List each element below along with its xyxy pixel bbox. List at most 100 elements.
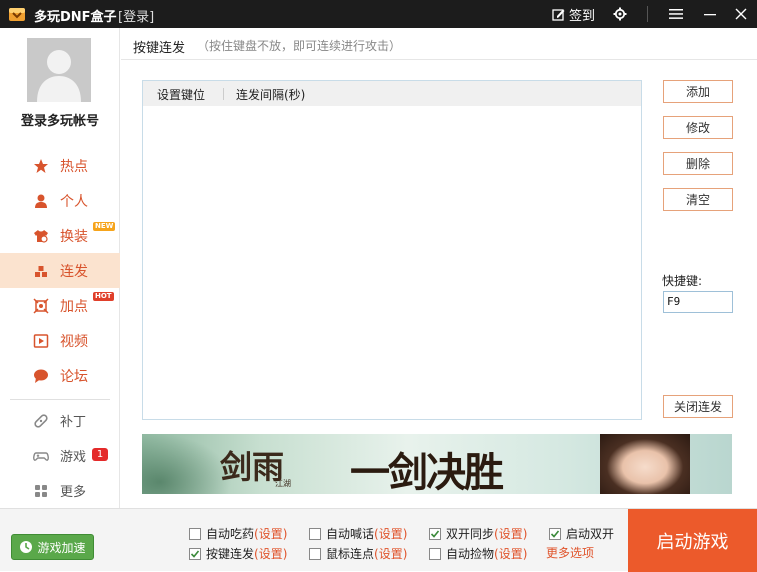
close-icon	[735, 8, 747, 20]
bars-icon	[33, 263, 49, 279]
edit-button[interactable]: 修改	[663, 116, 733, 139]
sidebar-item-outfit[interactable]: 换装 NEW	[0, 218, 120, 253]
menu-button[interactable]	[666, 4, 686, 24]
option-label: 鼠标连点	[326, 547, 375, 561]
person-icon	[33, 193, 49, 209]
option-label: 自动捡物	[446, 547, 495, 561]
user-placeholder-icon	[27, 38, 91, 102]
hamburger-icon	[669, 9, 683, 19]
sidebar-item-label: 加点	[60, 298, 88, 315]
sidebar-item-patch[interactable]: 补丁	[0, 403, 120, 438]
clear-button[interactable]: 清空	[663, 188, 733, 211]
login-account-link[interactable]: 登录多玩帐号	[0, 110, 120, 129]
sidebar-divider	[10, 399, 110, 400]
close-button[interactable]	[731, 4, 751, 24]
checkbox[interactable]	[189, 527, 201, 540]
check-icon	[430, 529, 440, 538]
option-dual-sync[interactable]: 双开同步 (设置)	[429, 525, 527, 542]
option-launch-dual[interactable]: 启动双开	[549, 525, 614, 542]
page-header: 按键连发 （按住键盘不放，即可连续进行攻击）	[121, 28, 757, 60]
login-link[interactable]: [登录]	[118, 6, 154, 25]
sidebar-item-skillpoints[interactable]: 加点 HOT	[0, 288, 120, 323]
sidebar-item-label: 更多	[60, 485, 87, 500]
add-button[interactable]: 添加	[663, 80, 733, 103]
close-autofire-button[interactable]: 关闭连发	[663, 395, 733, 418]
option-label: 按键连发	[206, 547, 255, 561]
option-auto-shout[interactable]: 自动喊话 (设置)	[309, 525, 407, 542]
option-auto-pickup[interactable]: 自动捡物 (设置)	[429, 545, 527, 562]
gamepad-icon	[33, 448, 49, 464]
minimize-button[interactable]	[700, 4, 720, 24]
checkbox-checked[interactable]	[429, 527, 441, 540]
option-label: 自动喊话	[326, 527, 375, 541]
banner-character-image	[600, 434, 690, 494]
sidebar-item-label: 论坛	[60, 368, 88, 385]
sidebar-item-autofire[interactable]: 连发	[0, 253, 120, 288]
edit-icon	[552, 8, 565, 21]
notification-count-badge: 1	[92, 448, 108, 461]
gear-icon	[613, 7, 627, 21]
sidebar-item-video[interactable]: 视频	[0, 323, 120, 358]
option-settings-link[interactable]: (设置)	[494, 545, 527, 562]
sidebar-item-hot[interactable]: 热点	[0, 148, 120, 183]
banner-foliage	[142, 434, 232, 494]
option-auto-potion[interactable]: 自动吃药 (设置)	[189, 525, 287, 542]
game-boost-button[interactable]: 游戏加速	[11, 534, 94, 560]
sidebar-item-label: 视频	[60, 333, 88, 350]
banner-game-logo-sub: 江湖	[275, 479, 291, 488]
signin-button[interactable]: 签到	[552, 5, 595, 24]
skill-icon	[33, 297, 49, 314]
option-key-autofire[interactable]: 按键连发 (设置)	[189, 545, 287, 562]
patch-icon	[33, 413, 49, 429]
more-options-link[interactable]: 更多选项	[546, 544, 594, 561]
column-header-interval[interactable]: 连发间隔(秒)	[236, 86, 305, 103]
check-icon	[190, 549, 200, 558]
sidebar-item-label: 换装	[60, 228, 88, 245]
option-settings-link[interactable]: (设置)	[374, 545, 407, 562]
title-bar: 多玩DNF盒子 [登录] 签到	[0, 0, 757, 28]
banner-slogan: 一剑决胜	[350, 449, 504, 494]
page-hint: （按住键盘不放，即可连续进行攻击）	[197, 39, 402, 53]
option-mouse-click[interactable]: 鼠标连点 (设置)	[309, 545, 407, 562]
checkbox[interactable]	[429, 547, 441, 560]
checkbox[interactable]	[309, 547, 321, 560]
minimize-icon	[704, 14, 716, 16]
checkbox[interactable]	[309, 527, 321, 540]
hotkey-label: 快捷键:	[662, 274, 703, 288]
sidebar-item-more[interactable]: 更多	[0, 473, 120, 508]
option-settings-link[interactable]: (设置)	[254, 545, 287, 562]
hot-badge: HOT	[93, 292, 114, 301]
chat-icon	[33, 368, 49, 384]
sidebar-item-label: 热点	[60, 158, 88, 175]
list-header: 设置键位 连发间隔(秒)	[143, 81, 641, 106]
option-settings-link[interactable]: (设置)	[254, 525, 287, 542]
titlebar-divider	[647, 6, 648, 22]
sidebar-item-label: 游戏	[60, 450, 87, 465]
key-list[interactable]: 设置键位 连发间隔(秒)	[142, 80, 642, 420]
boost-icon	[20, 541, 33, 553]
checkbox-checked[interactable]	[549, 527, 561, 540]
option-settings-link[interactable]: (设置)	[374, 525, 407, 542]
sidebar-item-forum[interactable]: 论坛	[0, 358, 120, 393]
avatar[interactable]	[27, 38, 91, 102]
new-badge: NEW	[93, 222, 116, 231]
game-boost-label: 游戏加速	[37, 540, 86, 555]
page-title: 按键连发	[133, 41, 186, 56]
settings-button[interactable]	[610, 4, 630, 24]
bottom-bar: 游戏加速 自动吃药 (设置) 自动喊话 (设置) 双开同步 (设置) 启动双开 …	[0, 508, 757, 572]
option-settings-link[interactable]: (设置)	[494, 525, 527, 542]
banner-ad[interactable]: 剑雨 江湖 一剑决胜	[142, 434, 732, 494]
sidebar: 登录多玩帐号 热点 个人 换装 NEW 连发 加点 HOT 视频 论坛 补丁 游…	[0, 28, 120, 508]
hotkey-input[interactable]: F9	[663, 291, 733, 313]
sidebar-item-games[interactable]: 游戏 1	[0, 438, 120, 473]
start-game-button[interactable]: 启动游戏	[628, 509, 757, 572]
sidebar-item-label: 个人	[60, 193, 88, 210]
sidebar-item-label: 补丁	[60, 415, 87, 430]
app-title: 多玩DNF盒子	[34, 10, 117, 25]
checkbox-checked[interactable]	[189, 547, 201, 560]
column-header-key[interactable]: 设置键位	[157, 86, 205, 103]
sidebar-item-label: 连发	[60, 263, 88, 280]
delete-button[interactable]: 删除	[663, 152, 733, 175]
sidebar-item-personal[interactable]: 个人	[0, 183, 120, 218]
grid-icon	[33, 483, 49, 499]
